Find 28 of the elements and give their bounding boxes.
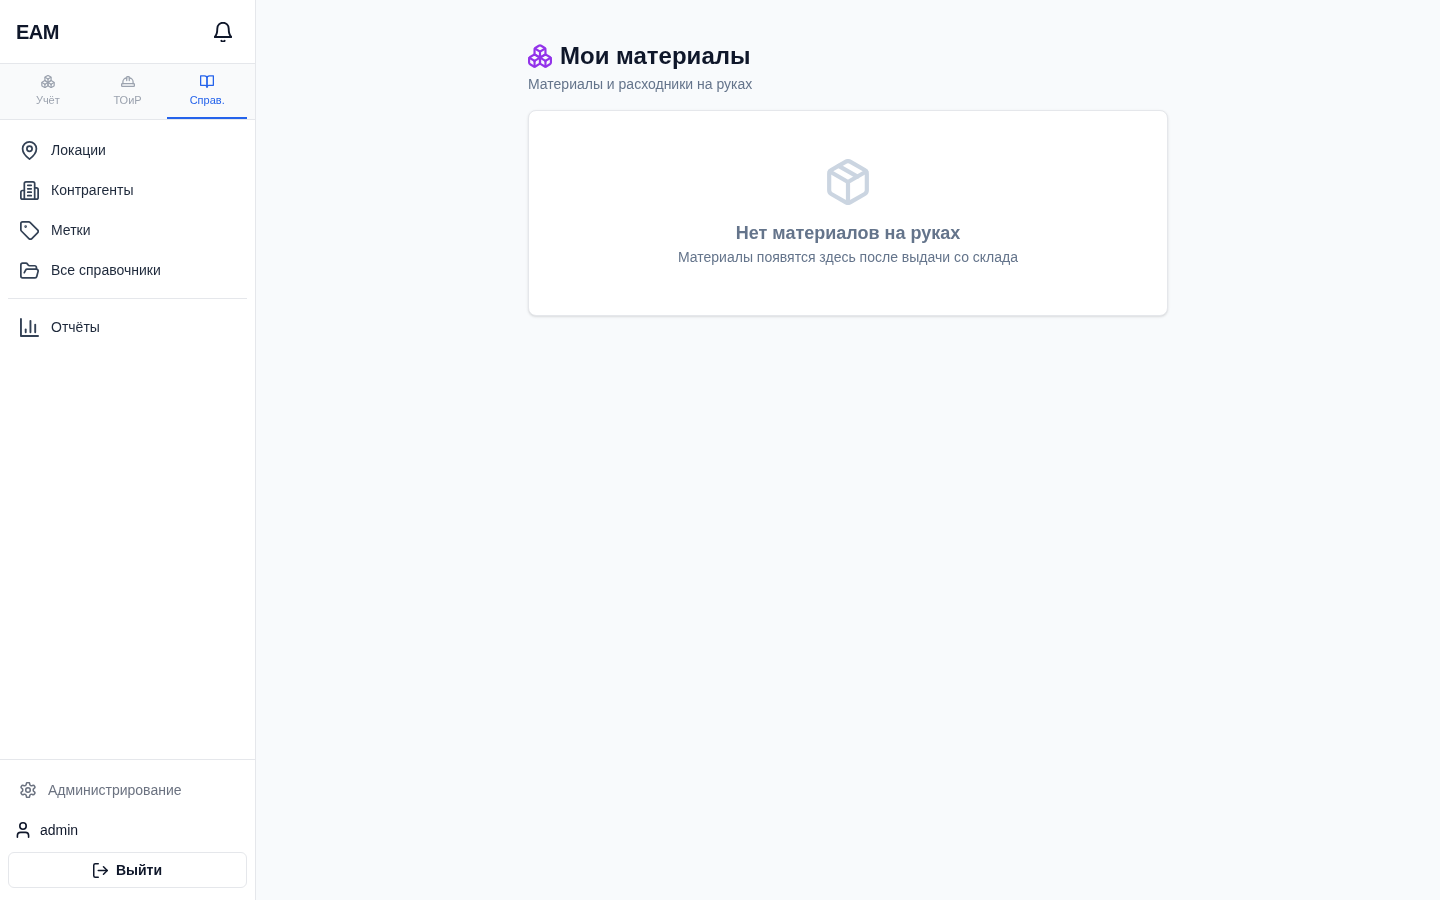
sidebar-nav-item[interactable]: Все справочники <box>8 250 247 290</box>
sidebar-nav-item[interactable]: Локации <box>8 130 247 170</box>
folder-icon <box>20 260 39 280</box>
cubes-icon <box>40 74 55 88</box>
admin-link[interactable]: Администрирование <box>8 770 247 810</box>
empty-state-description: Материалы появятся здесь после выдачи со склада <box>678 248 1018 267</box>
building-icon <box>20 180 39 200</box>
settings-icon <box>20 782 36 798</box>
package-icon <box>827 159 869 205</box>
hard-hat-icon <box>120 74 135 88</box>
sidebar-nav-item[interactable]: Отчёты <box>8 307 247 347</box>
bar-chart-icon <box>20 317 39 337</box>
page-subtitle: Материалы и расходники на руках <box>528 75 754 94</box>
tag-icon <box>20 220 39 240</box>
cubes-icon <box>528 44 552 68</box>
empty-state-heading: Нет материалов на руках <box>735 222 961 245</box>
logout-button[interactable]: Выйти <box>8 852 247 888</box>
page-title: Мои материалы <box>560 41 751 71</box>
bell-icon <box>214 21 232 42</box>
map-pin-icon <box>20 140 39 160</box>
book-icon <box>200 74 215 88</box>
sidebar-tab[interactable]: Справ. <box>167 64 247 119</box>
sidebar-nav-item[interactable]: Метки <box>8 210 247 250</box>
app-logo-text: EAM <box>16 19 59 45</box>
sidebar-nav-item[interactable]: Контрагенты <box>8 170 247 210</box>
username-text: admin <box>40 820 79 840</box>
logout-icon <box>92 862 108 878</box>
user-icon <box>16 822 30 838</box>
